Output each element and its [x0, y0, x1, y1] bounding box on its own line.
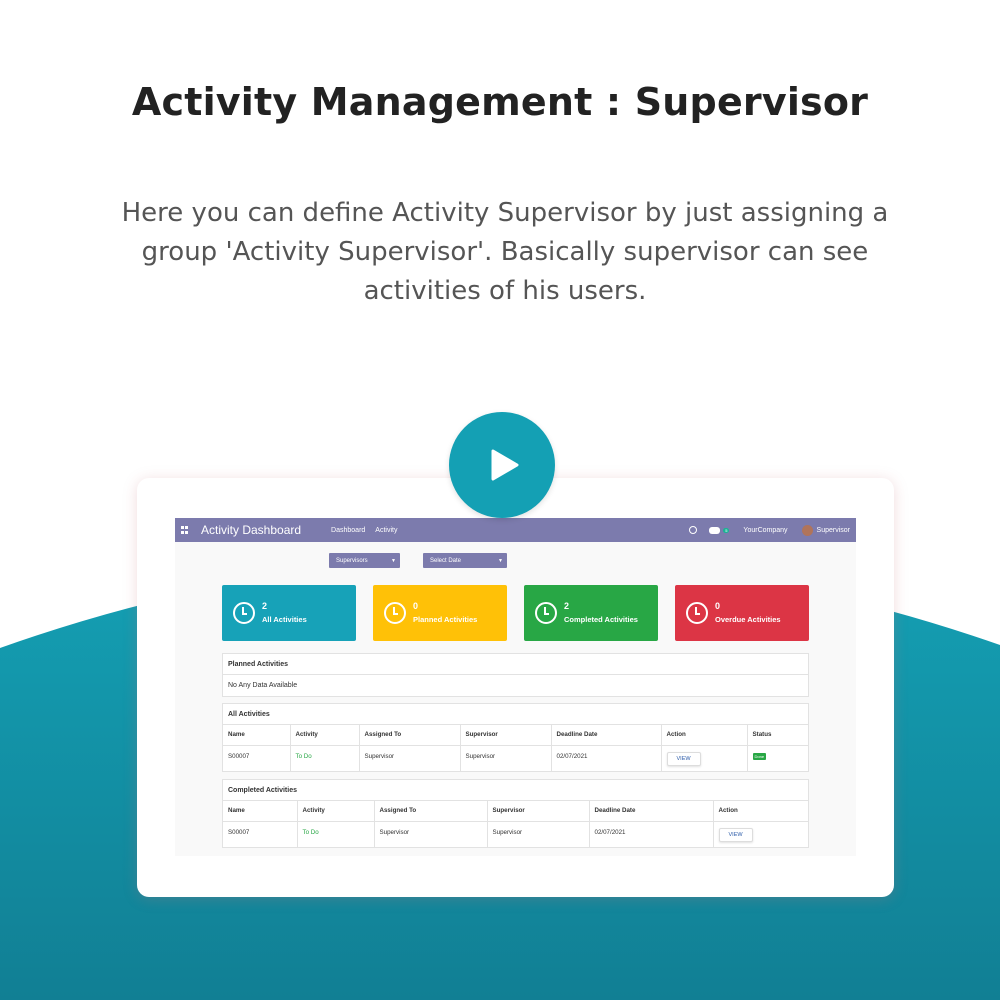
completed-activities-table: Name Activity Assigned To Supervisor Dea… — [223, 801, 808, 847]
nav-link-activity[interactable]: Activity — [375, 527, 397, 534]
tile-completed-activities[interactable]: 2 Completed Activities — [524, 585, 658, 641]
table-row: S00007 To Do Supervisor Supervisor 02/07… — [223, 745, 808, 771]
activity-dashboard-app: Activity Dashboard Dashboard Activity 5 … — [175, 518, 856, 856]
tile-label: Planned Activities — [413, 615, 478, 624]
column-header: Deadline Date — [589, 801, 714, 822]
avatar[interactable] — [801, 524, 813, 536]
column-header: Action — [713, 801, 808, 822]
page-description: Here you can define Activity Supervisor … — [121, 198, 889, 306]
nav-title: Activity Dashboard — [201, 523, 302, 537]
cell-name: S00007 — [223, 821, 298, 847]
table-header-row: Name Activity Assigned To Supervisor Dea… — [223, 801, 808, 822]
tile-label: Overdue Activities — [715, 615, 781, 624]
top-navbar: Activity Dashboard Dashboard Activity 5 … — [175, 518, 856, 542]
tile-overdue-activities[interactable]: 0 Overdue Activities — [675, 585, 809, 641]
column-header: Assigned To — [374, 801, 488, 822]
column-header: Status — [747, 725, 808, 746]
clock-icon — [384, 602, 406, 624]
supervisors-select[interactable]: Supervisors ▼ — [329, 553, 400, 568]
column-header: Assigned To — [359, 725, 461, 746]
cell-activity: To Do — [297, 821, 375, 847]
cell-activity: To Do — [290, 745, 360, 771]
tile-planned-activities[interactable]: 0 Planned Activities — [373, 585, 507, 641]
chat-badge: 5 — [723, 527, 730, 533]
view-button[interactable]: VIEW — [718, 827, 753, 842]
panel-title: Completed Activities — [223, 780, 808, 801]
cell-name: S00007 — [223, 745, 291, 771]
play-icon — [491, 449, 519, 481]
cell-deadline: 02/07/2021 — [589, 821, 714, 847]
column-header: Deadline Date — [551, 725, 662, 746]
table-header-row: Name Activity Assigned To Supervisor Dea… — [223, 725, 808, 746]
panel-title: All Activities — [223, 704, 808, 725]
status-badge: Done — [752, 752, 767, 760]
page-title: Activity Management : Supervisor — [131, 80, 869, 124]
cell-supervisor: Supervisor — [460, 745, 552, 771]
cell-action: VIEW — [661, 745, 748, 771]
cell-assigned-to: Supervisor — [359, 745, 461, 771]
all-activities-panel: All Activities Name Activity Assigned To… — [222, 703, 809, 772]
column-header: Action — [661, 725, 748, 746]
clock-icon — [686, 602, 708, 624]
empty-message: No Any Data Available — [228, 682, 298, 689]
column-header: Name — [223, 725, 291, 746]
chevron-down-icon: ▼ — [498, 557, 503, 564]
tile-all-activities[interactable]: 2 All Activities — [222, 585, 356, 641]
clock-icon — [535, 602, 557, 624]
cell-action: VIEW — [713, 821, 808, 847]
chat-icon[interactable] — [709, 526, 721, 534]
tile-count: 0 — [413, 601, 419, 611]
company-switcher[interactable]: YourCompany — [743, 527, 787, 534]
table-row: S00007 To Do Supervisor Supervisor 02/07… — [223, 821, 808, 847]
filter-bar: Supervisors ▼ Select Date ▼ — [329, 553, 507, 568]
date-select[interactable]: Select Date ▼ — [423, 553, 507, 568]
panel-title: Planned Activities — [223, 654, 808, 675]
summary-tiles: 2 All Activities 0 Planned Activities 2 … — [222, 585, 809, 641]
play-button[interactable] — [449, 412, 555, 518]
nav-link-dashboard[interactable]: Dashboard — [331, 527, 365, 534]
tile-label: All Activities — [262, 615, 307, 624]
chevron-down-icon: ▼ — [391, 557, 396, 564]
clock-icon[interactable] — [689, 526, 698, 534]
planned-activities-panel: Planned Activities No Any Data Available — [222, 653, 809, 697]
all-activities-table: Name Activity Assigned To Supervisor Dea… — [223, 725, 808, 771]
column-header: Supervisor — [460, 725, 552, 746]
column-header: Activity — [297, 801, 375, 822]
clock-icon — [233, 602, 255, 624]
cell-supervisor: Supervisor — [487, 821, 590, 847]
column-header: Supervisor — [487, 801, 590, 822]
tile-count: 0 — [715, 601, 721, 611]
user-menu[interactable]: Supervisor — [817, 527, 850, 534]
column-header: Activity — [290, 725, 360, 746]
completed-activities-panel: Completed Activities Name Activity Assig… — [222, 779, 809, 848]
tile-count: 2 — [564, 601, 570, 611]
tile-count: 2 — [262, 601, 268, 611]
tile-label: Completed Activities — [564, 615, 638, 624]
view-button[interactable]: VIEW — [666, 751, 701, 766]
date-select-value: Select Date — [430, 557, 462, 564]
column-header: Name — [223, 801, 298, 822]
apps-menu-icon[interactable] — [181, 526, 189, 534]
cell-status: Done — [747, 745, 808, 771]
cell-deadline: 02/07/2021 — [551, 745, 662, 771]
supervisors-select-value: Supervisors — [336, 557, 368, 564]
cell-assigned-to: Supervisor — [374, 821, 488, 847]
